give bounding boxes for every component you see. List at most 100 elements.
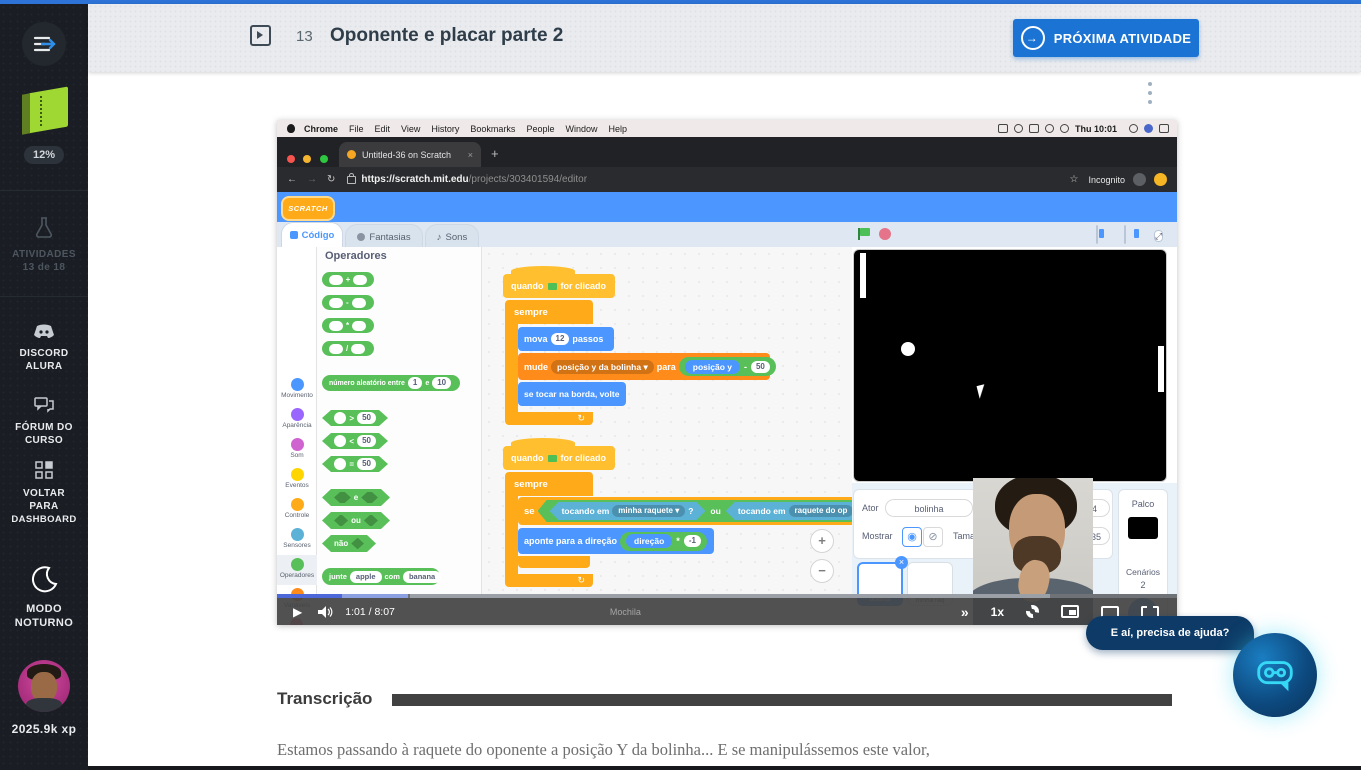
course-logo-perforation	[40, 96, 43, 126]
forum-label-2: CURSO	[0, 435, 88, 446]
category-eventos: Eventos	[277, 468, 317, 489]
small-stage-layout-icon	[1096, 225, 1098, 244]
actor-label: Ator	[862, 503, 879, 513]
menubar-view: View	[401, 124, 420, 134]
right-paddle	[1158, 346, 1164, 392]
palette-header: Operadores	[325, 250, 387, 262]
maximize-window-icon	[320, 155, 328, 163]
backdrop-thumbnail	[1128, 517, 1158, 539]
set-variable-block: mude posição y da bolinha ▾ para posição…	[518, 353, 770, 380]
user-xp: 2025.9k xp	[0, 722, 88, 736]
sidebar-item-activities[interactable]: ATIVIDADES 13 de 18	[0, 216, 88, 273]
next-activity-button[interactable]: PRÓXIMA ATIVIDADE	[1013, 19, 1199, 57]
next-activity-label: PRÓXIMA ATIVIDADE	[1054, 31, 1192, 46]
volume-button[interactable]	[318, 606, 333, 618]
forever-block-1: sempre	[505, 300, 593, 324]
dashboard-label-1: VOLTAR	[0, 488, 88, 499]
transcript-heading: Transcrição	[277, 689, 372, 709]
zoom-in-button: +	[810, 529, 834, 553]
category-movimento: Movimento	[277, 378, 317, 399]
reload-icon: ↻	[327, 174, 335, 185]
when-flag-clicked-hat-2: quando for clicado	[503, 446, 615, 470]
incognito-badge-icon	[1133, 173, 1146, 186]
hamburger-arrow-icon	[22, 22, 66, 66]
paintbrush-icon	[357, 233, 365, 241]
sidebar-divider	[0, 190, 88, 191]
category-sensores: Sensores	[277, 528, 317, 549]
multiply-operator: direção * -1	[620, 532, 707, 551]
user-avatar[interactable]	[18, 660, 70, 712]
flask-icon	[35, 216, 53, 240]
discord-icon	[33, 324, 55, 340]
sidebar-item-forum[interactable]: FÓRUM DO CURSO	[0, 396, 88, 446]
bounce-on-edge-block: se tocar na borda, volte	[518, 382, 626, 406]
macos-menubar: Chrome File Edit View History Bookmarks …	[277, 120, 1177, 138]
sidebar-item-dashboard[interactable]: VOLTAR PARA DASHBOARD	[0, 460, 88, 525]
forward-icon: →	[307, 174, 317, 185]
expand-sidebar-button[interactable]	[22, 22, 66, 66]
and-block: e	[322, 489, 390, 506]
visible-eye-icon: ◉	[902, 527, 922, 547]
screen-record-icon	[998, 124, 1008, 133]
settings-gear-icon[interactable]	[1026, 605, 1039, 618]
scratch-favicon	[347, 150, 356, 159]
clock-icon	[1045, 124, 1054, 133]
left-paddle	[860, 253, 866, 298]
video-controls-bar: ▶ 1:01 / 8:07 Mochila » 1x	[277, 598, 1177, 625]
bookmark-star-icon: ☆	[1070, 174, 1079, 185]
picture-in-picture-icon[interactable]	[1061, 605, 1079, 618]
robot-chat-icon	[1252, 652, 1298, 698]
play-button[interactable]: ▶	[293, 605, 302, 619]
assistant-help-bubble[interactable]: E aí, precisa de ajuda?	[1086, 616, 1254, 650]
less-than-block: <50	[322, 433, 388, 449]
operator-divide-block: /	[322, 341, 374, 356]
drag-handle-dots[interactable]	[1148, 82, 1154, 108]
night-label-1: MODO	[0, 603, 88, 615]
chrome-window-bar: Untitled-36 on Scratch × + ← → ↻ https:/…	[277, 137, 1177, 192]
join-block: junteapplecombanana	[322, 568, 440, 585]
close-tab-icon: ×	[468, 150, 473, 160]
menubar-history: History	[431, 124, 459, 134]
scratch-logo: SCRATCH	[281, 196, 335, 221]
video-lesson-icon	[250, 25, 271, 46]
activities-count: 13 de 18	[0, 262, 88, 273]
arrow-circle-icon	[1021, 26, 1045, 50]
assistant-robot-button[interactable]	[1233, 633, 1317, 717]
course-progress-badge: 12%	[24, 146, 64, 164]
traffic-lights	[287, 150, 332, 168]
course-logo[interactable]	[22, 88, 68, 138]
apple-icon	[287, 124, 295, 133]
forever-arm-1: ↻	[505, 412, 593, 425]
forever-arm-2: ↻	[505, 574, 593, 587]
browser-tab: Untitled-36 on Scratch ×	[339, 142, 481, 167]
operator-add-block: +	[322, 272, 374, 287]
avatar-shirt	[26, 698, 62, 712]
equals-block: =50	[322, 456, 388, 472]
bottom-section-strip	[88, 766, 1361, 770]
sidebar-item-discord[interactable]: DISCORD ALURA	[0, 324, 88, 372]
block-palette: Operadores + - * / número aleatório entr…	[317, 247, 482, 598]
tab-sounds: ♪ Sons	[425, 224, 479, 249]
or-operator: tocando em minha raquete ▾ ? ou tocando …	[538, 500, 852, 522]
tab-title: Untitled-36 on Scratch	[362, 150, 451, 160]
sprite-name-field: bolinha	[885, 499, 973, 517]
profile-dot-icon	[1154, 173, 1167, 186]
discord-label-2: ALURA	[0, 361, 88, 372]
when-flag-clicked-hat-1: quando for clicado	[503, 274, 615, 298]
video-player[interactable]: Chrome File Edit View History Bookmarks …	[277, 120, 1177, 625]
status-circle-icon	[1014, 124, 1023, 133]
siri-icon	[1144, 124, 1153, 133]
close-window-icon	[287, 155, 295, 163]
category-controle: Controle	[277, 498, 317, 519]
menubar-clock: Thu 10:01	[1075, 124, 1117, 134]
course-logo-shape	[28, 86, 68, 133]
sidebar-item-night-mode[interactable]: MODO NOTURNO	[0, 564, 88, 629]
operator-multiply-block: *	[322, 318, 374, 333]
skip-button[interactable]: »	[961, 604, 967, 620]
flag-icon	[548, 283, 557, 290]
playback-speed-button[interactable]: 1x	[991, 605, 1004, 619]
menubar-help: Help	[608, 124, 627, 134]
subtract-operator: posição y - 50	[679, 357, 776, 376]
heart-icon	[1060, 124, 1069, 133]
menubar-people: People	[526, 124, 554, 134]
